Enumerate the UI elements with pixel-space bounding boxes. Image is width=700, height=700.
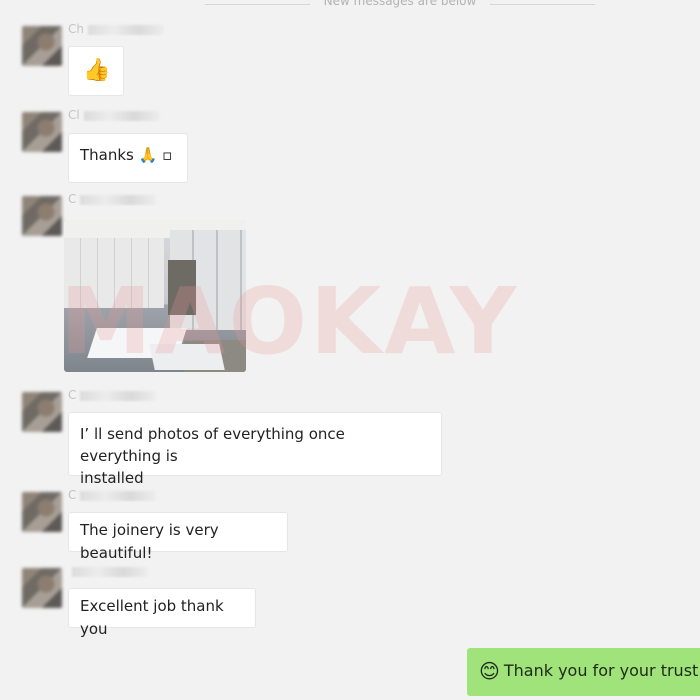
message-text: Thanks 🙏 ▫	[80, 146, 173, 164]
avatar[interactable]	[22, 492, 62, 532]
outgoing-message-bubble[interactable]: 😊 Thank you for your trust in	[467, 648, 700, 696]
new-messages-divider: New messages are below	[205, 0, 595, 10]
message-bubble[interactable]: The joinery is very beautiful!	[68, 512, 288, 562]
sender-name: Ch	[68, 22, 164, 36]
message-text-line: I’ ll send photos of everything once eve…	[80, 425, 345, 465]
smile-emoji: 😊	[479, 659, 500, 683]
photo-attachment[interactable]	[64, 220, 246, 372]
message-text-line: installed	[80, 469, 144, 487]
sender-name	[68, 564, 164, 578]
message-bubble[interactable]: I’ ll send photos of everything once eve…	[68, 412, 442, 487]
avatar[interactable]	[22, 26, 62, 66]
sender-name: C	[68, 488, 164, 502]
sender-name: C	[68, 388, 164, 402]
thumbs-up-emoji: 👍	[83, 58, 111, 83]
photo-table	[149, 344, 225, 370]
outgoing-message-text: Thank you for your trust in	[503, 661, 700, 680]
photo-cabinets-left	[64, 238, 164, 308]
avatar[interactable]	[22, 392, 62, 432]
sender-name: C	[68, 192, 164, 206]
sender-name: Cl	[68, 108, 164, 122]
message-text: Excellent job thank you	[80, 597, 224, 638]
message-bubble[interactable]: Thanks 🙏 ▫	[68, 133, 188, 183]
message-bubble[interactable]: 👍	[68, 46, 124, 96]
message-bubble[interactable]: Excellent job thank you	[68, 588, 256, 638]
avatar[interactable]	[22, 568, 62, 608]
avatar[interactable]	[22, 112, 62, 152]
divider-line-right	[490, 4, 595, 5]
photo-shelf	[168, 260, 196, 315]
avatar[interactable]	[22, 196, 62, 236]
message-text: The joinery is very beautiful!	[80, 521, 219, 562]
